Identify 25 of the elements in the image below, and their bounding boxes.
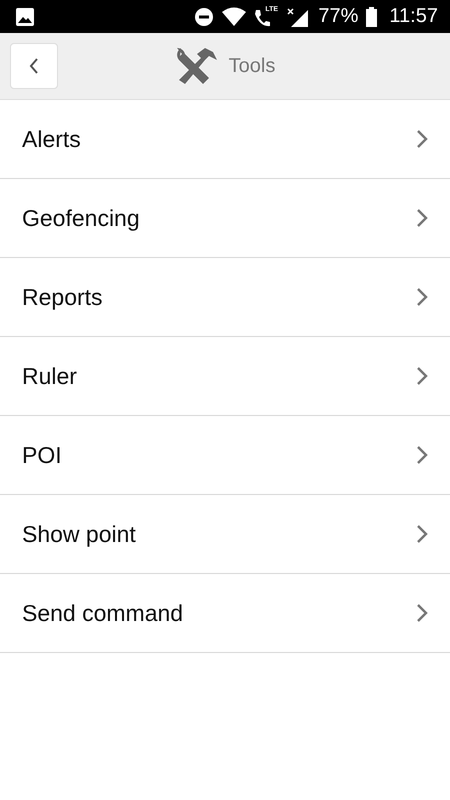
menu-item[interactable]: Alerts (0, 100, 450, 179)
menu-item[interactable]: Reports (0, 258, 450, 337)
chevron-right-icon (416, 366, 428, 386)
chevron-right-icon (416, 287, 428, 307)
battery-icon (366, 6, 378, 26)
chevron-right-icon (416, 603, 428, 623)
chevron-left-icon (28, 57, 40, 75)
chevron-right-icon (416, 129, 428, 149)
image-icon (16, 8, 34, 26)
battery-percent: 77% (318, 5, 358, 28)
chevron-right-icon (416, 445, 428, 465)
do-not-disturb-icon (194, 6, 214, 26)
menu-item[interactable]: Show point (0, 495, 450, 574)
menu-item[interactable]: Geofencing (0, 179, 450, 258)
menu-item[interactable]: POI (0, 416, 450, 495)
menu-item[interactable]: Ruler (0, 337, 450, 416)
chevron-right-icon (416, 524, 428, 544)
clock-time: 11:57 (389, 5, 438, 28)
back-button[interactable] (10, 43, 58, 89)
tools-icon (174, 46, 217, 86)
chevron-right-icon (416, 208, 428, 228)
wifi-icon (222, 6, 246, 26)
menu-item[interactable]: Send command (0, 574, 450, 653)
signal-icon (286, 6, 310, 28)
page-title: Tools (228, 54, 276, 78)
